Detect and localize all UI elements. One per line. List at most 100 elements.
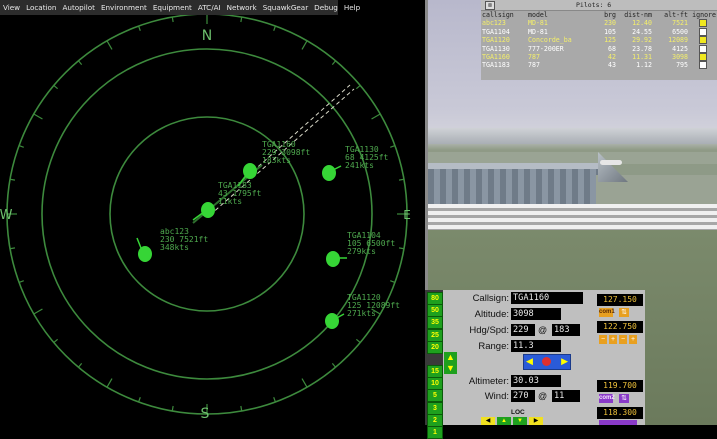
column-header-ignore[interactable]: ignore <box>689 11 717 19</box>
column-header-callsign[interactable]: callsign <box>481 11 527 19</box>
cell-callsign: abc123 <box>482 19 506 28</box>
column-header-brg[interactable]: brg <box>597 11 617 19</box>
loc-right-icon[interactable]: ▶ <box>529 417 543 425</box>
altitude-button-10[interactable]: 10 <box>427 377 443 391</box>
altitude-button-15[interactable]: 15 <box>427 365 443 378</box>
altimeter-label: Altimeter: <box>468 376 509 387</box>
table-row[interactable]: TGA1130 777-200ER 68 23.78 4125 <box>481 44 717 53</box>
wind-speed-field[interactable]: 11 <box>552 390 580 402</box>
com2-standby-frequency[interactable]: 118.300 <box>597 407 643 419</box>
pilots-header-bar: ⊠ Pilots: 6 <box>481 0 717 11</box>
right-arrow-icon[interactable]: ▶ <box>561 356 568 367</box>
target-blip[interactable] <box>325 313 339 329</box>
cell-brg: 125 <box>604 36 616 45</box>
target-blip[interactable] <box>201 202 215 218</box>
target-blip[interactable] <box>243 163 257 179</box>
menu-atc-ai[interactable]: ATC/AI <box>195 0 224 15</box>
menu-debug[interactable]: Debug <box>311 0 341 15</box>
altitude-button-50[interactable]: 50 <box>427 304 443 318</box>
cell-ignore <box>689 61 717 70</box>
menu-squawkgear[interactable]: SquawkGear <box>260 0 311 15</box>
distant-buildings <box>428 128 717 144</box>
cell-model: 787 <box>528 53 540 62</box>
menu-help[interactable]: Help <box>341 0 363 15</box>
com1-minus-icon[interactable]: − <box>599 335 607 344</box>
callsign-field[interactable]: TGA1160 <box>511 292 583 304</box>
heading-field[interactable]: 229 <box>511 324 535 336</box>
com2-tuning-buttons[interactable] <box>599 420 637 425</box>
cell-brg: 105 <box>604 27 616 36</box>
cell-model: 787 <box>528 61 540 70</box>
altitude-button-5[interactable]: 5 <box>427 389 443 403</box>
table-row[interactable]: TGA1104 MD-81 105 24.55 6500 <box>481 27 717 36</box>
menu-network[interactable]: Network <box>224 0 260 15</box>
target-blip[interactable] <box>326 251 340 267</box>
ignore-checkbox[interactable] <box>699 27 707 36</box>
cell-dist: 24.55 <box>632 27 652 36</box>
altitude-field[interactable]: 3098 <box>511 308 561 320</box>
com1-swap-icon[interactable]: ⇅ <box>619 308 629 317</box>
ignore-checkbox[interactable] <box>699 53 707 62</box>
cell-callsign: TGA1104 <box>482 27 510 36</box>
loc-up-icon[interactable]: ▲ <box>497 417 511 425</box>
wind-direction-field[interactable]: 270 <box>511 390 535 402</box>
fence <box>428 204 717 230</box>
direction-pad[interactable]: ◀ ▶ <box>523 354 571 370</box>
com1-standby-frequency[interactable]: 122.750 <box>597 321 643 333</box>
com2-badge: com2 <box>599 394 615 403</box>
ignore-checkbox[interactable] <box>699 36 707 45</box>
table-row[interactable]: TGA1160 787 42 11.31 3098 <box>481 53 717 62</box>
cell-dist: 1.12 <box>636 61 652 70</box>
altitude-label: Altitude: <box>474 309 509 320</box>
compass-tick <box>398 178 405 181</box>
menu-location[interactable]: Location <box>23 0 59 15</box>
altimeter-field[interactable]: 30.03 <box>511 375 561 387</box>
com1-active-frequency[interactable]: 127.150 <box>597 294 643 306</box>
target-blip[interactable] <box>322 165 336 181</box>
callsign-label: Callsign: <box>472 293 509 304</box>
altitude-button-25[interactable]: 25 <box>427 328 443 342</box>
close-icon[interactable]: ⊠ <box>485 1 495 10</box>
column-header-dist-nm[interactable]: dist-nm <box>617 11 653 19</box>
table-row[interactable]: TGA1120 Concorde_ba 125 29.92 12089 <box>481 36 717 45</box>
com1-fine-minus-icon[interactable]: − <box>619 335 627 344</box>
com2-swap-icon[interactable]: ⇅ <box>619 394 629 403</box>
cell-alt: 3098 <box>672 53 688 62</box>
com1-plus-icon[interactable]: + <box>609 335 617 344</box>
range-field[interactable]: 11.3 <box>511 340 561 352</box>
column-header-alt-ft[interactable]: alt-ft <box>653 11 689 19</box>
loc-left-icon[interactable]: ◀ <box>481 417 495 425</box>
altitude-button-3[interactable]: 3 <box>427 401 443 415</box>
ignore-checkbox[interactable] <box>699 61 707 70</box>
altitude-up-down-icon[interactable]: ▲ ▼ <box>444 352 457 374</box>
altitude-button-80[interactable]: 80 <box>427 292 443 305</box>
ignore-checkbox[interactable] <box>699 19 707 28</box>
com2-active-frequency[interactable]: 119.700 <box>597 380 643 392</box>
table-row[interactable]: TGA1183 787 43 1.12 795 <box>481 61 717 70</box>
table-row[interactable]: abc123 MD-81 230 12.40 7521 <box>481 19 717 28</box>
target-blip[interactable] <box>138 246 152 262</box>
compass-east-label: E <box>403 208 411 222</box>
menu-equipment[interactable]: Equipment <box>150 0 195 15</box>
cell-ignore <box>689 53 717 62</box>
altitude-button-35[interactable]: 35 <box>427 316 443 330</box>
menu-view[interactable]: View <box>0 0 23 15</box>
menu-environment[interactable]: Environment <box>98 0 150 15</box>
com1-fine-plus-icon[interactable]: + <box>629 335 637 344</box>
cell-brg: 43 <box>608 61 616 70</box>
at-symbol: @ <box>538 325 548 335</box>
cell-ignore <box>689 44 717 53</box>
altitude-button-20[interactable]: 20 <box>427 340 443 354</box>
radar-display[interactable]: N E S W TGA1160 229 3098ft 183kts TGA118… <box>0 0 425 425</box>
speed-field[interactable]: 183 <box>552 324 580 336</box>
left-arrow-icon[interactable]: ◀ <box>526 356 533 367</box>
altitude-button-1[interactable]: 1 <box>427 426 443 439</box>
pilots-list-window[interactable]: ⊠ Pilots: 6 callsign model brg dist-nm alt-f… <box>481 0 717 80</box>
atc-control-panel[interactable]: 80 50 35 25 20 15 10 5 3 2 1 Callsign: TGA1160 Alt… <box>425 290 645 439</box>
loc-down-icon[interactable]: ▼ <box>513 417 527 425</box>
column-header-model[interactable]: model <box>527 11 597 19</box>
center-button-icon[interactable] <box>542 357 551 366</box>
menu-autopilot[interactable]: Autopilot <box>59 0 97 15</box>
ignore-checkbox[interactable] <box>699 44 707 53</box>
cell-alt: 795 <box>676 61 688 70</box>
